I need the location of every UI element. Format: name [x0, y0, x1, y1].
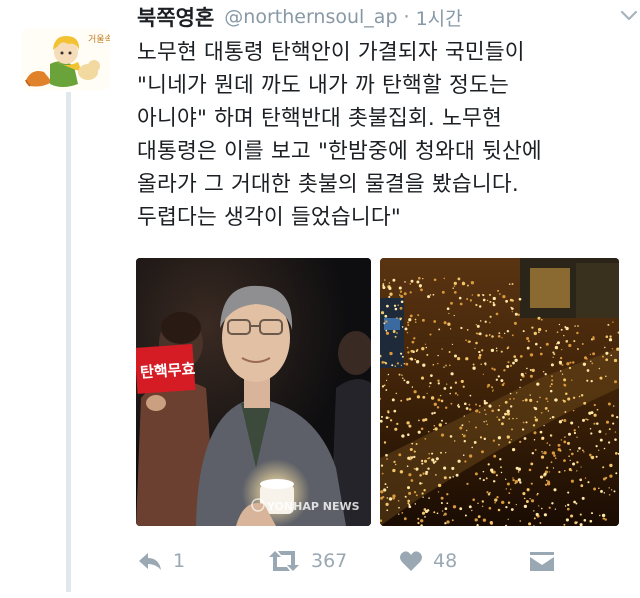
- photo-left-illustration: 탄핵무효 YONHAP NEWS: [136, 258, 371, 526]
- like-action[interactable]: 48: [399, 546, 457, 576]
- tweet-media: 탄핵무효 YONHAP NEWS: [136, 258, 619, 526]
- tweet-text: 노무현 대통령 탄핵안이 가결되자 국민들이 "니네가 뭔데 까도 내가 까 탄…: [137, 36, 627, 234]
- avatar[interactable]: 거울속: [22, 28, 110, 90]
- tweet-timestamp[interactable]: 1시간: [416, 4, 463, 31]
- reply-count: 1: [173, 550, 186, 572]
- tweet-text-line: 두렵다는 생각이 들었습니다": [137, 205, 401, 230]
- reply-icon[interactable]: [137, 550, 163, 572]
- retweet-icon[interactable]: [267, 549, 301, 573]
- author-handle[interactable]: @northernsoul_ap: [224, 6, 397, 28]
- photo-man-with-candle[interactable]: 탄핵무효 YONHAP NEWS: [136, 258, 371, 526]
- heart-icon[interactable]: [399, 550, 423, 572]
- tweet-text-line: 노무현 대통령 탄핵안이 가결되자 국민들이: [137, 40, 525, 65]
- envelope-icon[interactable]: [529, 549, 555, 573]
- direct-message-action[interactable]: [529, 546, 555, 576]
- retweet-action[interactable]: 367: [267, 546, 347, 576]
- author-name[interactable]: 북쪽영혼: [137, 2, 214, 32]
- tweet-text-line: 대통령은 이를 보고 "한밤중에 청와대 뒷산에: [137, 139, 542, 164]
- photo-candle-crowd[interactable]: [380, 258, 619, 526]
- avatar-caption: 거울속: [88, 34, 110, 45]
- tweet-actions: 1 367 48: [137, 546, 627, 576]
- reply-action[interactable]: 1: [137, 546, 185, 576]
- tweet-text-line: 아니야" 하며 탄핵반대 촛불집회. 노무현: [137, 106, 502, 131]
- tweet-text-line: 올라가 그 거대한 촛불의 물결을 봤습니다.: [137, 172, 519, 197]
- photo-right-illustration: [380, 258, 619, 526]
- protest-sign-text: 탄핵무효: [140, 360, 197, 382]
- thread-line: [66, 92, 71, 592]
- watermark-text: YONHAP NEWS: [266, 500, 360, 513]
- like-count: 48: [433, 550, 458, 572]
- tweet-header: 북쪽영혼 @northernsoul_ap · 1시간: [137, 2, 620, 32]
- retweet-count: 367: [311, 550, 348, 572]
- header-separator: ·: [403, 6, 410, 28]
- tweet-text-line: "니네가 뭔데 까도 내가 까 탄핵할 정도는: [137, 73, 509, 98]
- chevron-down-icon[interactable]: [620, 6, 638, 24]
- avatar-illustration: 거울속: [25, 34, 110, 87]
